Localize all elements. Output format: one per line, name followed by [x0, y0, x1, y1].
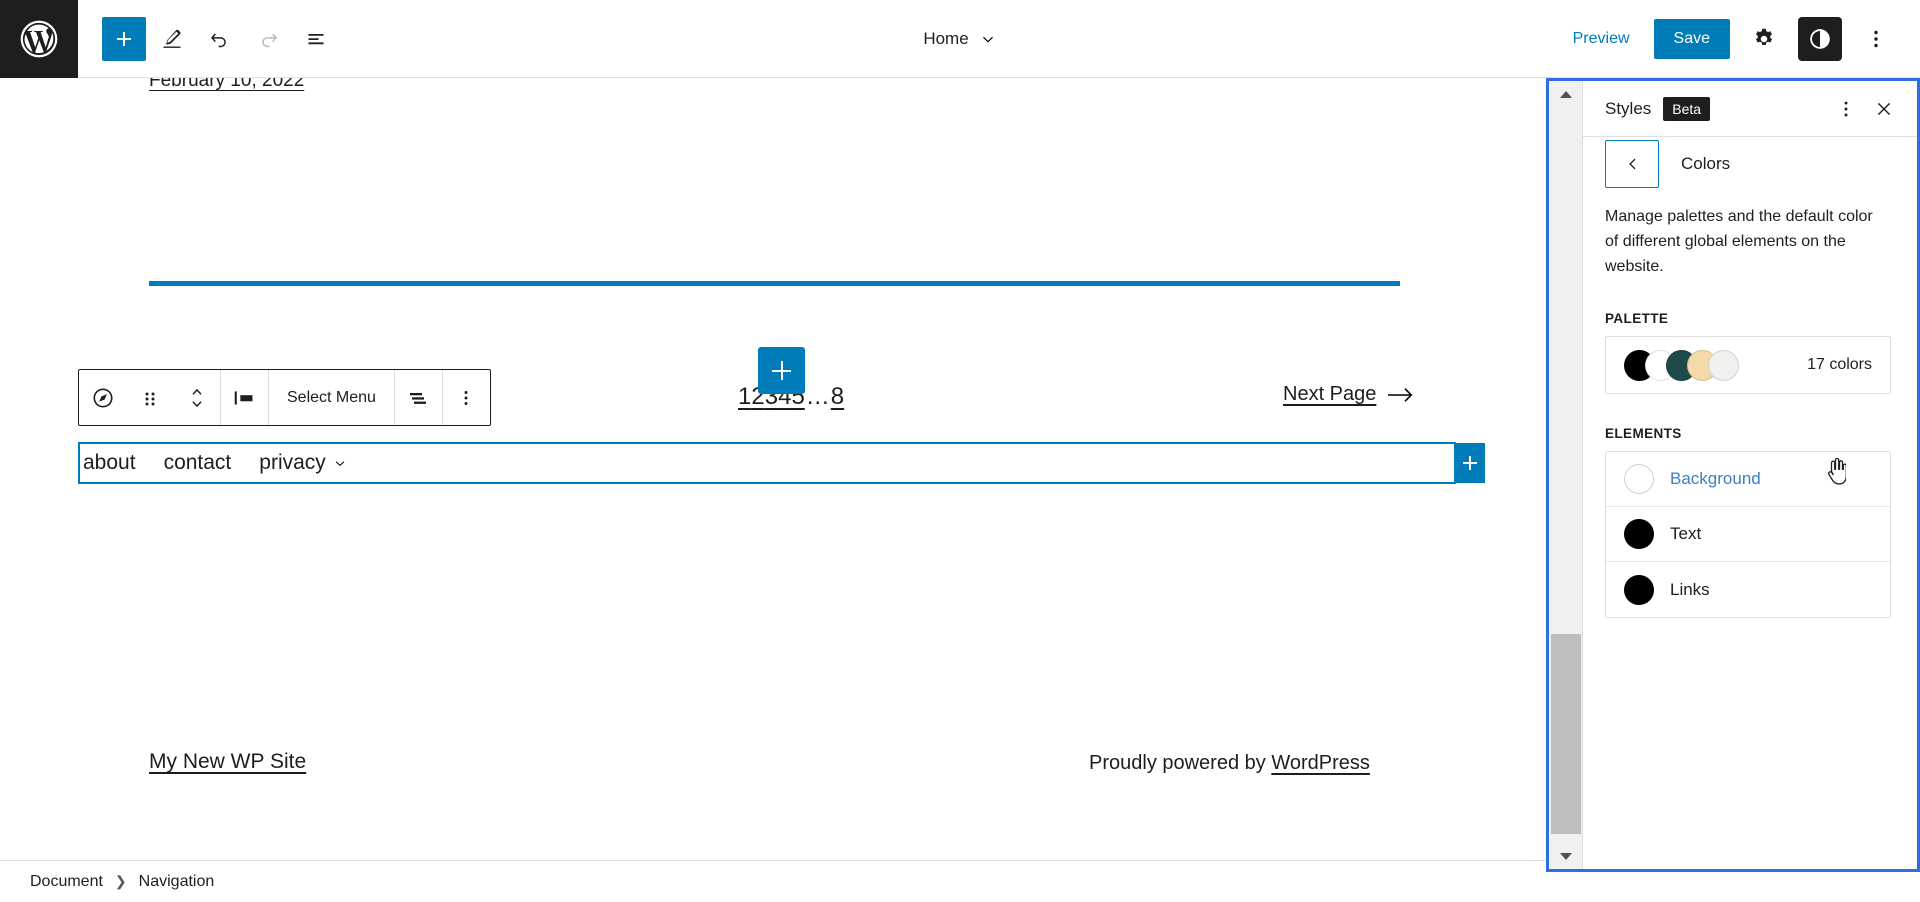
block-toolbar-group-align	[221, 370, 268, 425]
nav-item-contact[interactable]: contact	[164, 451, 248, 475]
contrast-half-circle-icon[interactable]	[1798, 17, 1842, 61]
element-color-dot	[1624, 464, 1654, 495]
inline-block-inserter-button[interactable]	[758, 347, 805, 394]
site-title-link[interactable]: My New WP Site	[149, 750, 306, 774]
gear-icon[interactable]	[1742, 17, 1786, 61]
element-label: Links	[1670, 579, 1710, 599]
pagination-page[interactable]: 1	[738, 383, 751, 411]
next-page-label: Next Page	[1283, 383, 1377, 405]
breadcrumb-item-document[interactable]: Document	[30, 873, 103, 891]
six-dot-drag-icon[interactable]	[126, 370, 173, 425]
pointer-hand-cursor-icon	[1828, 458, 1846, 486]
styles-sidebar: Styles Beta Colors Manage palettes and t…	[1546, 78, 1920, 872]
palette-group-label: PALETTE	[1605, 311, 1669, 327]
element-label: Text	[1670, 524, 1702, 544]
pagination-ellipsis: …	[805, 383, 830, 410]
nav-item-label: privacy	[259, 451, 326, 474]
select-menu-button[interactable]: Select Menu	[269, 370, 394, 425]
scroll-arrow-up-icon[interactable]	[1549, 81, 1583, 107]
close-x-icon[interactable]	[1865, 90, 1903, 128]
powered-by-text: Proudly powered by WordPress	[1089, 752, 1370, 775]
element-label: Background	[1670, 469, 1761, 489]
palette-swatch-stack	[1624, 349, 1739, 381]
chevron-right-icon: ❯	[114, 873, 127, 889]
styles-section-description: Manage palettes and the default color of…	[1605, 208, 1873, 275]
pagination-last-page[interactable]: 8	[831, 383, 844, 411]
editor-canvas[interactable]: February 10, 2022 Select Menu 1 2 3 4 5 …	[0, 78, 1546, 880]
chevron-left-icon[interactable]	[1605, 140, 1659, 188]
document-title-dropdown[interactable]: Home	[913, 23, 1006, 55]
scrollbar-thumb[interactable]	[1551, 634, 1581, 834]
beta-badge: Beta	[1663, 96, 1711, 121]
block-insertion-indicator	[149, 281, 1400, 286]
arrow-right-icon	[1388, 387, 1413, 402]
editor-top-bar: Home Preview Save	[0, 0, 1920, 78]
list-view-button[interactable]	[294, 17, 338, 61]
block-toolbar-group-more	[443, 370, 490, 425]
nav-item-label: about	[83, 451, 136, 474]
palette-color-count: 17 colors	[1807, 356, 1872, 374]
wordpress-logo-icon[interactable]	[0, 0, 78, 78]
navigation-block-appender[interactable]	[1454, 443, 1485, 483]
element-color-dot	[1624, 574, 1654, 605]
undo-button[interactable]	[198, 17, 242, 61]
element-row-links[interactable]: Links	[1606, 562, 1890, 617]
element-row-text[interactable]: Text	[1606, 507, 1890, 563]
tools-edit-mode[interactable]	[150, 17, 194, 61]
palette-card[interactable]: 17 colors	[1605, 336, 1891, 395]
align-left-icon[interactable]	[221, 370, 268, 425]
navigation-items: about contact privacy	[83, 451, 376, 475]
chevron-up-down-icon[interactable]	[173, 370, 220, 425]
block-toolbar: Select Menu	[78, 369, 491, 426]
preview-button[interactable]: Preview	[1561, 22, 1642, 56]
wordpress-link[interactable]: WordPress	[1271, 752, 1370, 774]
vertical-ellipsis-icon[interactable]	[443, 370, 490, 425]
nav-item-privacy[interactable]: privacy	[259, 451, 364, 475]
block-inserter-toggle[interactable]	[102, 16, 146, 61]
powered-by-prefix: Proudly powered by	[1089, 752, 1272, 774]
elements-card: Background Text Links	[1605, 451, 1891, 619]
block-toolbar-group-move	[79, 370, 220, 425]
breadcrumb: Document ❯ Navigation	[0, 860, 1546, 902]
breadcrumb-item-navigation[interactable]: Navigation	[139, 873, 215, 891]
styles-sidebar-body: Styles Beta Colors Manage palettes and t…	[1583, 81, 1917, 869]
element-row-background[interactable]: Background	[1606, 452, 1890, 508]
sidebar-scrollbar[interactable]	[1549, 81, 1583, 869]
chevron-down-icon	[982, 36, 993, 43]
elements-group-label: ELEMENTS	[1605, 426, 1682, 442]
vertical-ellipsis-icon[interactable]	[1827, 90, 1865, 128]
styles-section-nav: Colors	[1583, 137, 1917, 191]
save-button[interactable]: Save	[1653, 19, 1730, 59]
top-bar-left-tools	[78, 16, 338, 61]
palette-swatch	[1708, 349, 1739, 381]
vertical-ellipsis-icon[interactable]	[1854, 17, 1898, 61]
justify-items-icon[interactable]	[395, 370, 442, 425]
chevron-down-icon	[335, 461, 345, 466]
nav-item-label: contact	[163, 451, 232, 474]
block-toolbar-group-justify	[395, 370, 442, 425]
compass-navigation-icon[interactable]	[79, 370, 126, 425]
redo-button[interactable]	[246, 17, 290, 61]
scroll-arrow-down-icon[interactable]	[1549, 843, 1583, 869]
element-color-dot	[1624, 519, 1654, 550]
document-title-label: Home	[923, 29, 969, 48]
post-date-text: February 10, 2022	[149, 78, 305, 91]
next-page-link[interactable]: Next Page	[1283, 383, 1414, 406]
top-bar-right-tools: Preview Save	[1561, 0, 1898, 78]
styles-panel-title: Styles	[1605, 98, 1652, 118]
styles-section-title: Colors	[1681, 154, 1731, 173]
styles-sidebar-header: Styles Beta	[1583, 81, 1917, 137]
navigation-block[interactable]: about contact privacy	[78, 442, 1485, 484]
nav-item-about[interactable]: about	[83, 451, 152, 475]
